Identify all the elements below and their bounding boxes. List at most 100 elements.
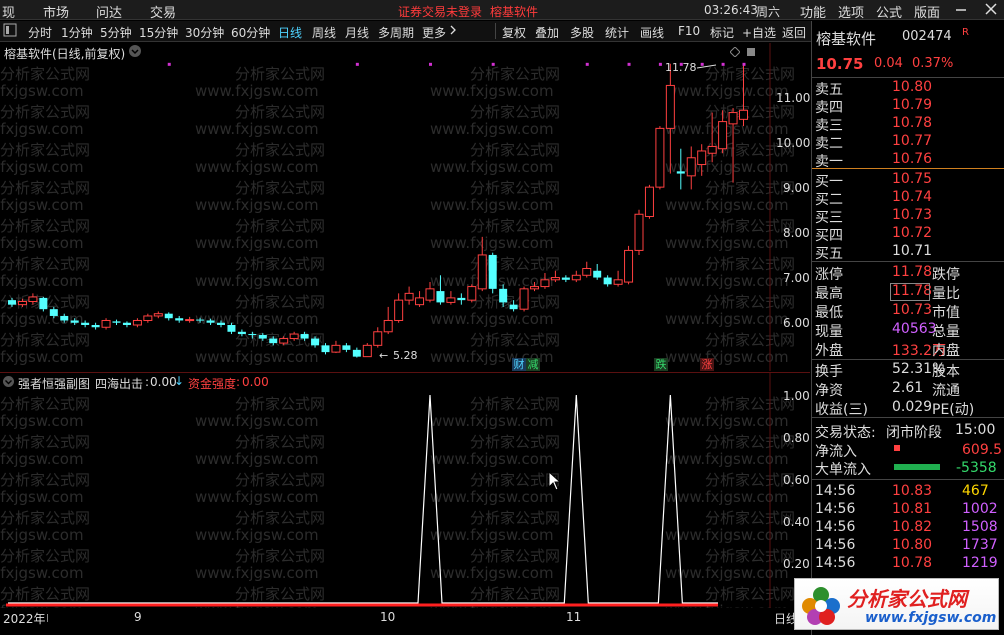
menu-item-market[interactable]: 市场 [43, 2, 69, 21]
period-more[interactable]: 更多 [422, 24, 446, 41]
menu-func[interactable]: 功能 [800, 2, 826, 21]
period-daily[interactable]: 日线 [278, 24, 302, 41]
period-5min[interactable]: 5分钟 [100, 24, 132, 41]
candle-body [436, 291, 445, 303]
stat2-row[interactable]: 收益(三) 0.029 PE(动) [812, 399, 1004, 418]
tool-fuquan[interactable]: 复权 [502, 24, 526, 41]
tick-row: 14:56 10.81 1002 [812, 501, 1004, 519]
tool-add-watchlist[interactable]: +自选 [742, 24, 776, 41]
minimize-icon[interactable] [955, 0, 967, 22]
main-chart-pane[interactable]: 分析家公式网分析家公式网分析家公式网分析家公式网www.fxjgsw.comww… [0, 43, 810, 371]
candle-body [373, 331, 383, 346]
panel-toggle-icon[interactable] [3, 23, 17, 40]
period-monthly[interactable]: 月线 [345, 24, 369, 41]
candle-body [8, 300, 16, 305]
tool-f10[interactable]: F10 [678, 24, 700, 38]
mouse-cursor-icon [548, 470, 562, 494]
period-fenshi[interactable]: 分时 [28, 24, 52, 41]
stat-row-label: 最低 [815, 305, 843, 321]
ask-row[interactable]: 卖一 10.76 [812, 151, 1004, 170]
tick-time: 14:56 [815, 483, 856, 499]
stat2-row-right-label: 流通 [932, 383, 960, 399]
tool-stats[interactable]: 统计 [605, 24, 629, 41]
event-tag-zhang[interactable]: 涨 [700, 358, 714, 371]
tick-price: 10.83 [892, 483, 933, 499]
candle-body [289, 333, 299, 340]
sub-y-tick-08: 0.80 [783, 431, 810, 445]
tool-multistock[interactable]: 多股 [570, 24, 594, 41]
candlestick-chart[interactable] [0, 43, 810, 371]
ask-row[interactable]: 卖四 10.79 [812, 97, 1004, 116]
menu-layout[interactable]: 版面 [914, 2, 940, 21]
candle-body [488, 254, 497, 289]
bid-row-label: 买三 [815, 210, 843, 226]
menu-options[interactable]: 选项 [838, 2, 864, 21]
y-tick-7: 7.00 [783, 271, 810, 285]
period-15min[interactable]: 15分钟 [139, 24, 178, 41]
tool-draw[interactable]: 画线 [640, 24, 664, 41]
candle-body [655, 127, 665, 188]
date-label-9: 9 [134, 610, 142, 624]
stat2-row[interactable]: 换手 52.31% 股本 [812, 361, 1004, 380]
candle-body [415, 297, 425, 306]
menu-item-trade[interactable]: 交易 [150, 2, 176, 21]
candle-body [540, 279, 550, 288]
low-arrow: ← [379, 349, 389, 362]
sub-chart-pane[interactable]: 分析家公式网分析家公式网分析家公式网分析家公式网www.fxjgsw.comww… [0, 372, 810, 620]
period-60min[interactable]: 60分钟 [231, 24, 270, 41]
signal-marker [658, 62, 662, 66]
square-icon[interactable] [746, 46, 756, 60]
candle-body [697, 150, 707, 166]
event-tag-jian[interactable]: 减 [526, 358, 540, 371]
sub-y-tick-06: 0.60 [783, 473, 810, 487]
candle-body [258, 334, 267, 339]
candle-body [321, 345, 330, 353]
bid-row[interactable]: 买一 10.75 [812, 171, 1004, 190]
logo-title: 分析家公式网 [847, 587, 967, 611]
bid-row[interactable]: 买四 10.72 [812, 225, 1004, 244]
candle-body [718, 121, 728, 150]
divider [812, 261, 1004, 262]
tick-volume: 1737 [962, 537, 998, 553]
period-30min[interactable]: 30分钟 [185, 24, 224, 41]
bid-row[interactable]: 买三 10.73 [812, 207, 1004, 226]
bid-row-label: 买二 [815, 192, 843, 208]
indicator-chart[interactable] [0, 373, 810, 609]
menu-formula[interactable]: 公式 [876, 2, 902, 21]
event-tag-die[interactable]: 跌 [654, 358, 668, 371]
candle-body [425, 288, 435, 301]
period-weekly[interactable]: 周线 [312, 24, 336, 41]
candle-body [571, 274, 581, 281]
stat-row[interactable]: 外盘 133.2万 内盘 [812, 340, 1004, 359]
ask-row-value: 10.80 [892, 79, 933, 95]
candle-body [509, 304, 518, 310]
ask-row[interactable]: 卖三 10.78 [812, 115, 1004, 134]
stat2-row[interactable]: 净资 2.61 流通 [812, 380, 1004, 399]
diamond-icon[interactable] [729, 46, 741, 60]
period-multi[interactable]: 多周期 [378, 24, 414, 41]
sub-y-tick-04: 0.40 [783, 515, 810, 529]
menu-item-wenda[interactable]: 问达 [96, 2, 122, 21]
tool-mark[interactable]: 标记 [710, 24, 734, 41]
tool-back[interactable]: 返回 [782, 24, 806, 41]
event-tag-cai[interactable]: 财 [512, 358, 526, 371]
bid-row[interactable]: 买二 10.74 [812, 189, 1004, 208]
tool-overlay[interactable]: 叠加 [535, 24, 559, 41]
menu-item-0[interactable]: 现 [2, 2, 15, 21]
stat-row[interactable]: 最低 10.73 市值 [812, 302, 1004, 321]
close-icon[interactable] [984, 0, 998, 22]
candle-body [477, 254, 487, 290]
bid-row-value: 10.73 [892, 207, 933, 223]
candle-body [132, 319, 142, 326]
bid-row[interactable]: 买五 10.71 [812, 243, 1004, 262]
login-notice[interactable]: 证券交易未登录 [398, 3, 482, 20]
ask-row[interactable]: 卖二 10.77 [812, 133, 1004, 152]
stat-row[interactable]: 涨停 11.78 跌停 [812, 264, 1004, 283]
candle-body [404, 292, 414, 301]
stat2-row-value: 0.029 [892, 399, 933, 415]
stat-row[interactable]: 现量 40563 总量 [812, 321, 1004, 340]
period-1min[interactable]: 1分钟 [61, 24, 93, 41]
ask-row[interactable]: 卖五 10.80 [812, 79, 1004, 98]
watermark-logo: 分析家公式网 www.fxjgsw.com [794, 578, 999, 630]
chevron-right-icon[interactable] [449, 23, 457, 40]
